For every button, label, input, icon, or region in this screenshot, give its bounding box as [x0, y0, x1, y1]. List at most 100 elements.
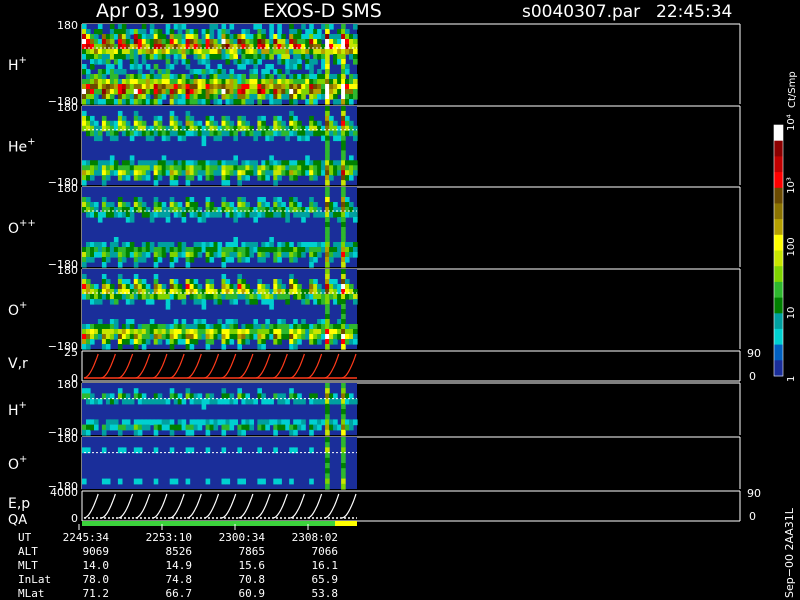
heatmap-cells: [82, 269, 358, 350]
axis-top-label: 25: [64, 346, 78, 359]
colorbar-segment: [774, 328, 783, 346]
panel-3: 180−180O++: [8, 182, 741, 271]
axis-top-label: 180: [57, 432, 78, 445]
panel-label: V,r: [8, 356, 28, 372]
panel-label: O+: [8, 300, 27, 319]
footer-cell: 9069: [83, 545, 110, 558]
footer-row-label: InLat: [18, 573, 51, 586]
footer-cell: 78.0: [83, 573, 110, 586]
qa-good: [82, 521, 335, 526]
colorbar-tick-label: 1: [786, 376, 797, 382]
heatmap-cells: [82, 437, 357, 490]
axis-top-label: 4000: [50, 486, 78, 499]
trace-segment: [118, 353, 134, 379]
footer-cell: 71.2: [83, 587, 110, 600]
axis-top-label: 180: [57, 19, 78, 32]
trace-segment: [307, 493, 323, 519]
trace-segment: [290, 493, 305, 519]
colorbar-segment: [774, 125, 783, 142]
footer-row-label: UT: [18, 531, 32, 544]
panel-4: 180−180O+: [8, 264, 741, 353]
trace-segment: [324, 493, 340, 519]
trace-segment: [169, 353, 185, 379]
footer-cell: 60.9: [239, 587, 266, 600]
footer-cell: 74.8: [166, 573, 193, 586]
colorbar-segment: [774, 360, 783, 377]
heatmap-cells: [82, 383, 358, 436]
trace-segment: [290, 353, 305, 379]
footer-cell: 14.0: [83, 559, 110, 572]
axis-top-label: 180: [57, 101, 78, 114]
header-date: Apr 03, 1990: [96, 0, 220, 22]
axis-top-label: 180: [57, 378, 78, 391]
trace-segment: [204, 353, 220, 379]
footer-cell: 2253:10: [146, 531, 192, 544]
right-axis-top: 90: [747, 347, 761, 360]
header-instrument: EXOS-D SMS: [263, 0, 382, 22]
footer-cell: 70.8: [239, 573, 266, 586]
panel-5: 900250V,r: [8, 346, 761, 385]
trace-segment: [83, 353, 99, 379]
trace-segment: [152, 493, 168, 519]
colorbar-segment: [774, 297, 783, 314]
trace-segment: [238, 353, 254, 379]
trace-segment: [255, 353, 271, 379]
trace-segment: [135, 353, 151, 379]
colorbar-segment: [774, 281, 783, 299]
panel-7: 180−180O+: [8, 432, 741, 493]
colorbar-segment: [774, 344, 783, 361]
qa-label: QA: [8, 513, 27, 528]
trace-segment: [255, 493, 271, 519]
energy-trace: [83, 493, 357, 519]
right-axis-top: 90: [747, 487, 761, 500]
trace-segment: [83, 493, 99, 519]
footer-cell: 8526: [166, 545, 193, 558]
panels-group: 180−180H+180−180He+180−180O++180−180O+90…: [8, 19, 761, 525]
trace-segment: [204, 493, 220, 519]
trace-segment: [118, 493, 134, 519]
trace-segment: [272, 493, 288, 519]
colorbar-segment: [774, 172, 783, 189]
axis-top-label: 180: [57, 182, 78, 195]
trace-segment: [341, 493, 357, 519]
footer-cell: 15.6: [239, 559, 266, 572]
colorbar-tick-label: 10⁴: [786, 114, 797, 131]
trace-segment: [221, 353, 237, 379]
colorbar-segment: [774, 156, 783, 173]
heatmap-cells: [82, 106, 358, 186]
right-axis-bottom: 0: [749, 510, 756, 523]
trace-segment: [341, 353, 357, 379]
header-time: 22:45:34: [656, 2, 732, 22]
trace-segment: [272, 353, 288, 379]
panel-1: 180−180H+: [8, 19, 741, 108]
panel-6: 180−180H+: [8, 378, 741, 439]
panel-label: O+: [8, 454, 27, 473]
footer-cell: 7865: [239, 545, 266, 558]
footer-cell: 66.7: [166, 587, 193, 600]
trace-segment: [324, 353, 340, 379]
colorbar-tick-label: 100: [786, 237, 797, 256]
velocity-trace: [83, 353, 357, 379]
panel-8: 90 0 4000 0 E,p: [8, 486, 761, 525]
trace-segment: [186, 353, 202, 379]
colorbar-unit: Ct/Smp: [787, 71, 798, 108]
exos-d-sms-spectrogram: Apr 03, 1990 EXOS-D SMS s0040307.par 22:…: [8, 0, 798, 600]
colorbar-segment: [774, 219, 783, 236]
trace-segment: [221, 493, 237, 519]
colorbar-segment: [774, 203, 783, 220]
panel-label: He+: [8, 137, 36, 156]
colorbar-tick-label: 10: [786, 307, 797, 320]
right-axis-bottom: 0: [749, 370, 756, 383]
footer-row-label: MLat: [18, 587, 45, 600]
panel-label: H+: [8, 55, 27, 74]
colorbar-tick-label: 10³: [786, 177, 797, 194]
footer-table: UTALTMLTInLatMLat 2245:34906914.078.071.2…: [18, 524, 338, 600]
trace-segment: [101, 353, 116, 379]
colorbar-segment: [774, 234, 783, 251]
side-note: Sep−00 2AA31L: [783, 507, 796, 598]
panel-label: H+: [8, 400, 27, 419]
footer-cell: 2245:34: [63, 531, 110, 544]
axis-top-label: 180: [57, 264, 78, 277]
trace-segment: [152, 353, 168, 379]
footer-cell: 16.1: [312, 559, 339, 572]
